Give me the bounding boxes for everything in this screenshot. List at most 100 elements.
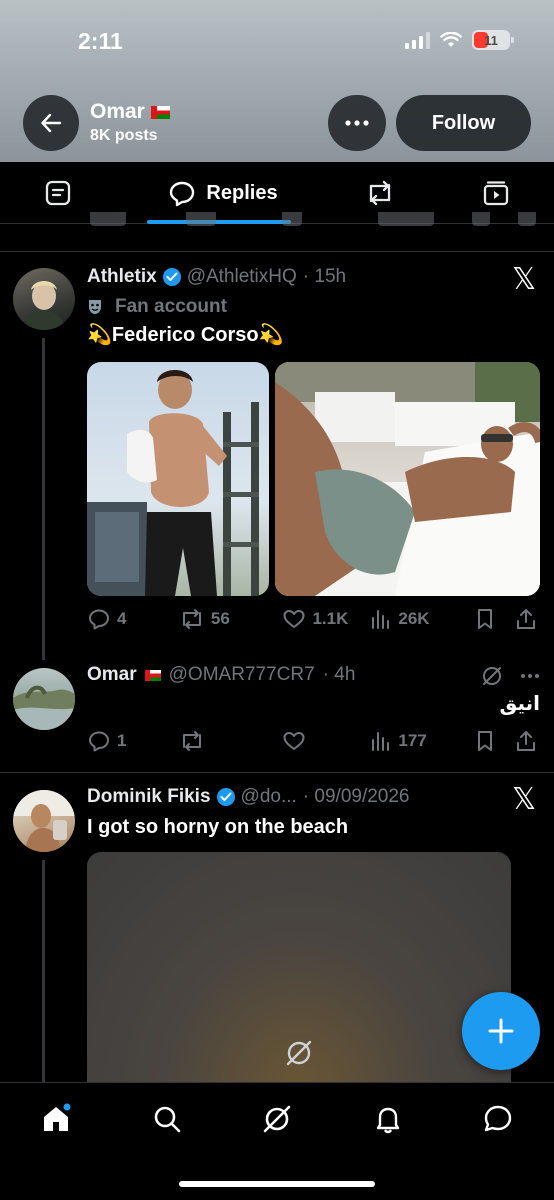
wifi-icon — [440, 31, 462, 47]
bookmark-button[interactable] — [474, 607, 515, 631]
compose-button[interactable] — [462, 992, 540, 1070]
grok-icon — [263, 1105, 291, 1133]
like-count: 1.1K — [312, 609, 349, 628]
like-icon — [283, 610, 305, 628]
profile-name-row: Omar — [90, 100, 170, 124]
avatar-image — [13, 685, 75, 730]
tweet-author-handle[interactable]: @OMAR777CR7 — [169, 664, 315, 686]
views-icon — [372, 732, 390, 751]
athlete-photo-1 — [87, 370, 259, 596]
reply-button[interactable]: 4 — [87, 607, 179, 631]
tweet-time: · 15h — [302, 266, 347, 287]
clock: 2:11 — [78, 28, 123, 54]
oman-flag-icon — [144, 669, 161, 681]
tweet-image[interactable] — [275, 362, 540, 596]
athlete-photo-2 — [275, 362, 540, 596]
avatar[interactable] — [13, 268, 75, 330]
repost-button[interactable]: 56 — [179, 607, 283, 631]
tweet-author-name[interactable]: Omar — [87, 664, 137, 686]
profile-name: Omar — [90, 100, 145, 123]
x-logo-icon: 𝕏 — [512, 782, 537, 817]
views-icon — [372, 610, 390, 629]
nav-messages[interactable] — [478, 1099, 518, 1139]
search-icon — [154, 1106, 181, 1133]
repost-tab-icon — [369, 180, 391, 206]
reply-icon — [89, 609, 109, 630]
views-count: 26K — [398, 609, 430, 628]
like-button[interactable] — [282, 729, 370, 753]
battery-level: 11 — [484, 32, 498, 48]
tweet-header: Athletix @AthletixHQ · 15h — [87, 266, 346, 288]
tweet-author-name[interactable]: Dominik Fikis — [87, 786, 211, 808]
avatar-image — [13, 790, 75, 852]
tweet-text: انيق — [499, 691, 540, 715]
tweet-image[interactable] — [87, 362, 269, 596]
tweet-divider — [0, 772, 554, 773]
share-button[interactable] — [515, 607, 537, 631]
back-arrow-icon — [41, 113, 62, 133]
status-bar: 2:11 11 — [0, 0, 554, 80]
repost-count: 56 — [210, 609, 230, 628]
home-indicator — [179, 1181, 375, 1187]
battery-icon: 11 — [472, 30, 514, 50]
repost-icon — [182, 609, 201, 629]
reply-count: 4 — [117, 609, 127, 628]
tweet-author-handle[interactable]: @do... — [241, 786, 297, 808]
tweet-text: I got so horny on the beach — [87, 816, 349, 838]
bookmark-button[interactable] — [474, 729, 515, 753]
sensitive-media[interactable] — [87, 852, 511, 1092]
reply-icon — [89, 731, 109, 752]
hidden-media-icon — [286, 1040, 312, 1066]
like-button[interactable]: 1.1K — [282, 607, 370, 631]
profile-header: 2:11 11 Omar 8K posts Follow — [0, 0, 554, 162]
tab-replies-label: Replies — [206, 181, 278, 204]
x-logo-icon: 𝕏 — [512, 262, 537, 297]
status-icons: 11 — [405, 30, 514, 50]
share-button[interactable] — [515, 729, 537, 753]
media-tab-icon — [483, 181, 509, 206]
theater-mask-icon — [89, 300, 101, 314]
cellular-signal-icon — [405, 31, 430, 49]
more-icon — [345, 120, 369, 126]
notifications-icon — [376, 1107, 400, 1134]
profile-post-count: 8K posts — [90, 127, 158, 144]
tweet-author-handle[interactable]: @AthletixHQ — [187, 266, 297, 288]
tweet-header: Omar @OMAR777CR7 · 4h — [87, 664, 355, 686]
more-icon[interactable] — [520, 673, 540, 679]
tweet-text: 💫Federico Corso💫 — [87, 324, 284, 346]
thread-line — [42, 338, 45, 660]
oman-flag-icon — [150, 105, 170, 119]
nav-search[interactable] — [147, 1099, 187, 1139]
tweet-actions: 1 177 — [87, 726, 537, 756]
verified-icon — [162, 268, 181, 286]
nav-home[interactable] — [36, 1099, 76, 1139]
avatar[interactable] — [13, 790, 75, 852]
share-icon — [517, 731, 535, 751]
repost-button[interactable] — [179, 729, 283, 753]
bookmark-icon — [477, 731, 492, 751]
tweet-header: Dominik Fikis @do... · 09/09/2026 — [87, 786, 410, 808]
reply-button[interactable]: 1 — [87, 729, 179, 753]
nav-notifications[interactable] — [368, 1099, 408, 1139]
views-count: 177 — [398, 731, 427, 750]
posts-tab-icon — [45, 180, 71, 206]
share-icon — [517, 609, 535, 629]
follow-button[interactable]: Follow — [396, 95, 531, 151]
back-button[interactable] — [23, 95, 79, 151]
verified-icon — [216, 788, 235, 806]
more-button[interactable] — [328, 95, 386, 151]
tweet-actions: 4 56 1.1K 26K — [87, 604, 537, 634]
nav-grok[interactable] — [257, 1099, 297, 1139]
avatar[interactable] — [13, 668, 75, 730]
views-button[interactable]: 26K — [370, 607, 474, 631]
bookmark-icon — [477, 609, 492, 629]
grok-icon[interactable] — [480, 664, 504, 688]
messages-icon — [484, 1105, 512, 1132]
compose-icon — [488, 1018, 514, 1044]
repost-icon — [182, 731, 201, 751]
reply-count: 1 — [117, 731, 127, 750]
thread-line — [42, 860, 45, 1082]
views-button[interactable]: 177 — [370, 729, 474, 753]
avatar-image — [23, 281, 65, 330]
tweet-author-name[interactable]: Athletix — [87, 266, 157, 288]
